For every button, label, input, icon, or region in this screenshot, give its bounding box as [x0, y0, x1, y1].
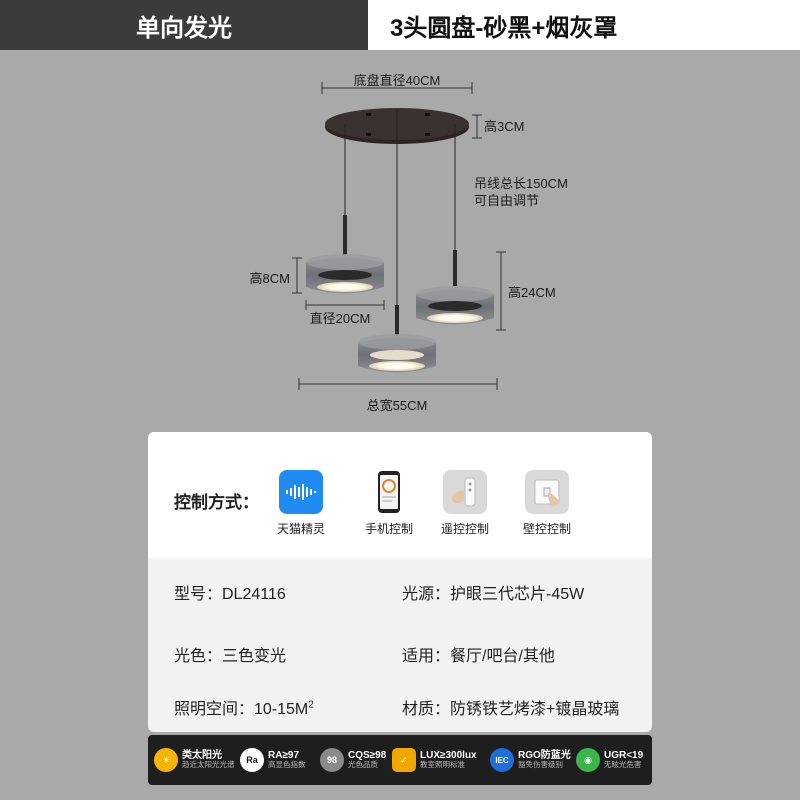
base-height-dimension: 高3CM	[472, 114, 524, 139]
spec-model: 型号：DL24116	[174, 586, 286, 603]
pendant-shade-left	[306, 254, 384, 294]
badge-lux-sub: 教室照明标准	[420, 760, 465, 770]
cable-adjustable-label: 可自由调节	[474, 193, 539, 208]
spec-panel: 控制方式： 天猫精灵 手机控制 遥控控制 壁控控制 型号：DL24116 光源：…	[148, 432, 652, 732]
badge-cqs-sub: 光色品质	[348, 760, 378, 770]
badge-sunlight: ☀ 类太阳光 趋近太阳光光谱	[154, 741, 235, 779]
spec-lighting-space-value: 照明空间：10-15M	[174, 701, 309, 718]
shade-diameter-label: 直径20CM	[310, 311, 371, 326]
control-option-phone: 手机控制	[348, 470, 430, 537]
wall-switch-icon	[525, 470, 569, 514]
control-label-remote: 遥控控制	[440, 522, 489, 536]
total-width-dimension: 总宽55CM	[298, 378, 498, 413]
pendant-shade-right	[416, 286, 494, 325]
total-width-label: 总宽55CM	[367, 398, 428, 413]
base-diameter-dimension: 底盘直径40CM	[321, 73, 473, 94]
sun-icon: ☀	[154, 748, 178, 772]
remote-icon	[443, 470, 487, 514]
badge-ugr-sub: 无眩光危害	[604, 760, 642, 770]
control-option-remote: 遥控控制	[424, 470, 506, 537]
iec-icon: IEC	[490, 748, 514, 772]
pendant-shade-center	[358, 334, 436, 373]
spec-light-color: 光色：三色变光	[174, 648, 287, 665]
spec-lighting-space: 照明空间：10-15M2	[174, 695, 314, 719]
control-label-wall: 壁控控制	[522, 522, 571, 536]
eye-icon: ◉	[576, 748, 600, 772]
badge-sunlight-sub: 趋近太阳光光谱	[182, 760, 235, 770]
badge-lux: ✓ LUX≥300lux 教室照明标准	[392, 741, 477, 779]
badge-rgo: IEC RGO防蓝光 豁免伤害级别	[490, 741, 571, 779]
phone-icon	[367, 470, 411, 514]
emission-type-title: 单向发光	[0, 0, 368, 50]
spec-lighting-space-sup: 2	[308, 699, 314, 711]
spec-material: 材质：防锈铁艺烤漆+镀晶玻璃	[402, 701, 620, 718]
control-option-wall: 壁控控制	[506, 470, 588, 537]
feature-badges-bar: ☀ 类太阳光 趋近太阳光光谱 Ra RA≥97 高显色指数 98 CQS≥98 …	[148, 735, 652, 785]
spec-applicable: 适用：餐厅/吧台/其他	[402, 648, 555, 665]
control-method-title: 控制方式：	[174, 493, 259, 512]
base-height-label: 高3CM	[484, 119, 524, 134]
product-variant-title: 3头圆盘-砂黑+烟灰罩	[390, 14, 618, 42]
tmall-genie-icon	[279, 470, 323, 514]
header-bar: 单向发光 3头圆盘-砂黑+烟灰罩	[0, 0, 800, 50]
base-diameter-label: 底盘直径40CM	[354, 73, 441, 88]
shade-height-label: 高8CM	[250, 271, 290, 286]
badge-ra-sub: 高显色指数	[268, 760, 306, 770]
drop-height-dimension: 高24CM	[496, 251, 556, 331]
control-label-phone: 手机控制	[364, 522, 413, 536]
shade-height-dimension: 高8CM	[250, 257, 302, 294]
control-option-tmall: 天猫精灵	[260, 470, 342, 537]
drop-height-label: 高24CM	[508, 285, 556, 300]
cqs-icon: 98	[320, 748, 344, 772]
badge-ugr: ◉ UGR<19 无眩光危害	[576, 741, 643, 779]
badge-ra: Ra RA≥97 高显色指数	[240, 741, 306, 779]
spec-light-source: 光源：护眼三代芯片-45W	[402, 586, 585, 603]
product-dimension-diagram: 底盘直径40CM 高3CM 吊线总长150CM 可自由调节 高8CM 直径20C…	[250, 73, 568, 413]
shade-diameter-dimension: 直径20CM	[305, 300, 385, 326]
control-label-tmall: 天猫精灵	[276, 522, 325, 536]
control-section: 控制方式： 天猫精灵 手机控制 遥控控制 壁控控制	[148, 432, 652, 558]
cable-length-label: 吊线总长150CM	[474, 176, 568, 191]
ra-icon: Ra	[240, 748, 264, 772]
badge-rgo-sub: 豁免伤害级别	[518, 760, 563, 770]
lux-icon: ✓	[392, 748, 416, 772]
badge-cqs: 98 CQS≥98 光色品质	[320, 741, 386, 779]
